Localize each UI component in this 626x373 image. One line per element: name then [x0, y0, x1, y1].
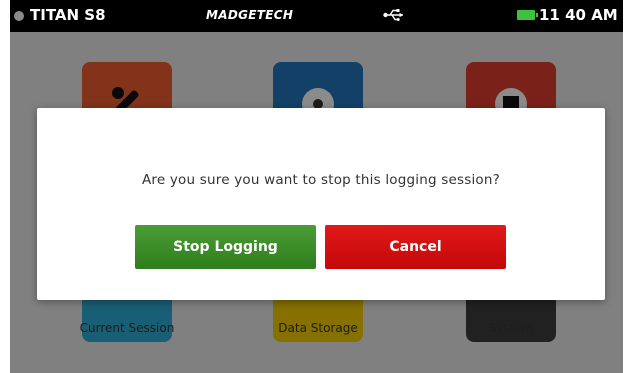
- status-bar: TITAN S8 MADGETECH 11 40 AM: [10, 0, 623, 32]
- device-name: TITAN S8: [30, 6, 106, 24]
- stop-logging-button[interactable]: Stop Logging: [135, 225, 316, 269]
- confirm-dialog: Are you sure you want to stop this loggi…: [37, 108, 605, 300]
- battery-icon: [517, 10, 538, 20]
- brand-logo: MADGETECH: [206, 8, 294, 22]
- clock: 11 40 AM: [539, 6, 618, 24]
- usb-icon: [383, 9, 403, 21]
- dialog-message: Are you sure you want to stop this loggi…: [141, 172, 501, 188]
- status-indicator-dot: [14, 11, 24, 21]
- cancel-button[interactable]: Cancel: [325, 225, 506, 269]
- device-screen: TITAN S8 MADGETECH 11 40 AM Current Sess…: [10, 0, 623, 373]
